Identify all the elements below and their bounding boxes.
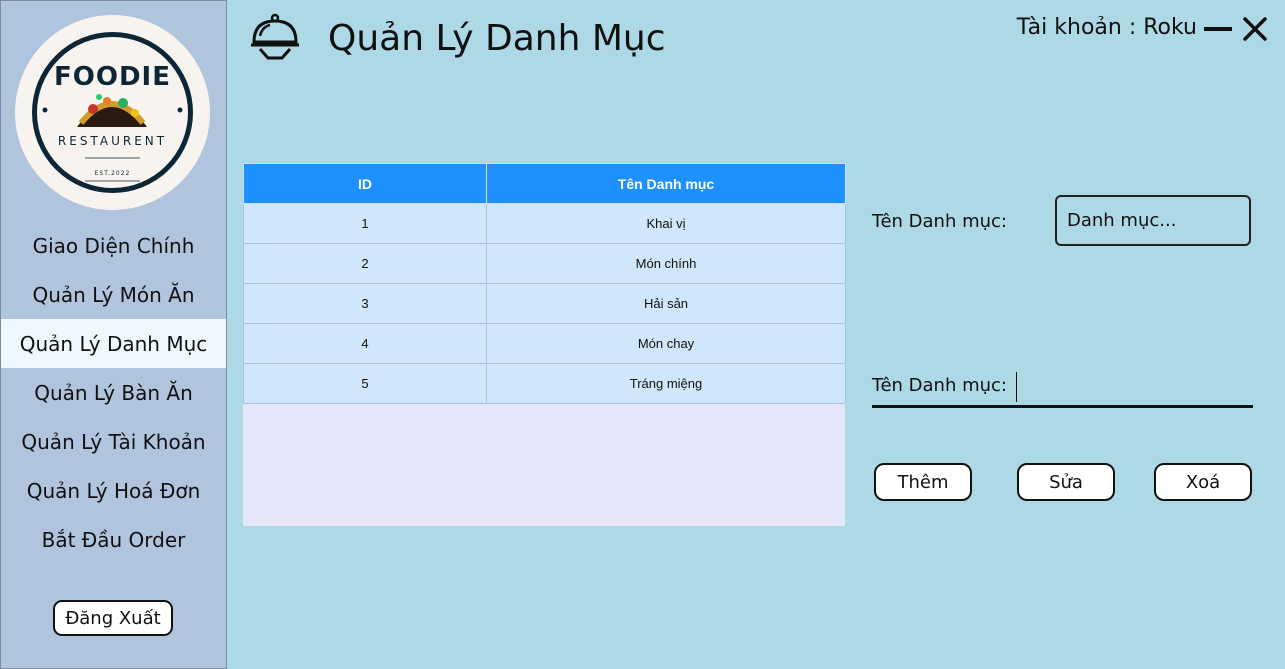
column-header-name[interactable]: Tên Danh mục [486, 163, 846, 204]
search-label: Tên Danh mục: [872, 211, 1007, 232]
sidebar-item-main[interactable]: Giao Diện Chính [1, 221, 226, 270]
sidebar-item-categories[interactable]: Quản Lý Danh Mục [1, 319, 226, 368]
sidebar-item-tables[interactable]: Quản Lý Bàn Ăn [1, 368, 226, 417]
logo-brand: FOODIE [54, 62, 171, 92]
sidebar-item-invoices[interactable]: Quản Lý Hoá Đơn [1, 466, 226, 515]
cell-id[interactable]: 1 [243, 203, 487, 244]
column-header-id[interactable]: ID [243, 163, 487, 204]
cell-id[interactable]: 3 [243, 283, 487, 324]
sidebar: FOODIE RESTAURENT EST.2022 Giao Diện Chí… [0, 0, 227, 669]
table-row[interactable]: 4 Món chay [243, 323, 846, 364]
name-field-underline [872, 405, 1253, 408]
minimize-icon[interactable] [1204, 17, 1232, 41]
delete-button[interactable]: Xoá [1154, 463, 1252, 501]
sidebar-item-order[interactable]: Bắt Đầu Order [1, 515, 226, 564]
logo-subtitle: RESTAURENT [58, 134, 167, 148]
category-name-field[interactable] [1016, 372, 1252, 402]
taco-icon [77, 94, 147, 127]
cell-id[interactable]: 5 [243, 363, 487, 404]
cell-name[interactable]: Món chính [486, 243, 846, 284]
logo-est: EST.2022 [95, 170, 131, 177]
logo-graphic: FOODIE RESTAURENT EST.2022 [32, 32, 193, 193]
search-input[interactable]: Danh mục... [1055, 195, 1251, 246]
food-cloche-icon [248, 12, 302, 66]
add-button[interactable]: Thêm [874, 463, 972, 501]
sidebar-item-accounts[interactable]: Quản Lý Tài Khoản [1, 417, 226, 466]
restaurant-logo: FOODIE RESTAURENT EST.2022 [15, 15, 210, 210]
table-row[interactable]: 5 Tráng miệng [243, 363, 846, 404]
cell-name[interactable]: Món chay [486, 323, 846, 364]
page-title: Quản Lý Danh Mục [328, 18, 666, 59]
sidebar-item-dishes[interactable]: Quản Lý Món Ăn [1, 270, 226, 319]
cell-name[interactable]: Khai vị [486, 203, 846, 244]
cell-name[interactable]: Hải sản [486, 283, 846, 324]
sidebar-nav: Giao Diện Chính Quản Lý Món Ăn Quản Lý D… [1, 221, 226, 564]
logout-button[interactable]: Đăng Xuất [53, 600, 173, 636]
name-label: Tên Danh mục: [872, 375, 1007, 396]
cell-id[interactable]: 2 [243, 243, 487, 284]
close-icon[interactable] [1242, 16, 1268, 42]
account-label: Tài khoản : Roku [1016, 15, 1197, 40]
cell-name[interactable]: Tráng miệng [486, 363, 846, 404]
table-row[interactable]: 1 Khai vị [243, 203, 846, 244]
table-header-row: ID Tên Danh mục [243, 163, 846, 204]
table-row[interactable]: 2 Món chính [243, 243, 846, 284]
cell-id[interactable]: 4 [243, 323, 487, 364]
category-table[interactable]: ID Tên Danh mục 1 Khai vị 2 Món chính 3 … [243, 163, 846, 526]
edit-button[interactable]: Sửa [1017, 463, 1115, 501]
table-row[interactable]: 3 Hải sản [243, 283, 846, 324]
